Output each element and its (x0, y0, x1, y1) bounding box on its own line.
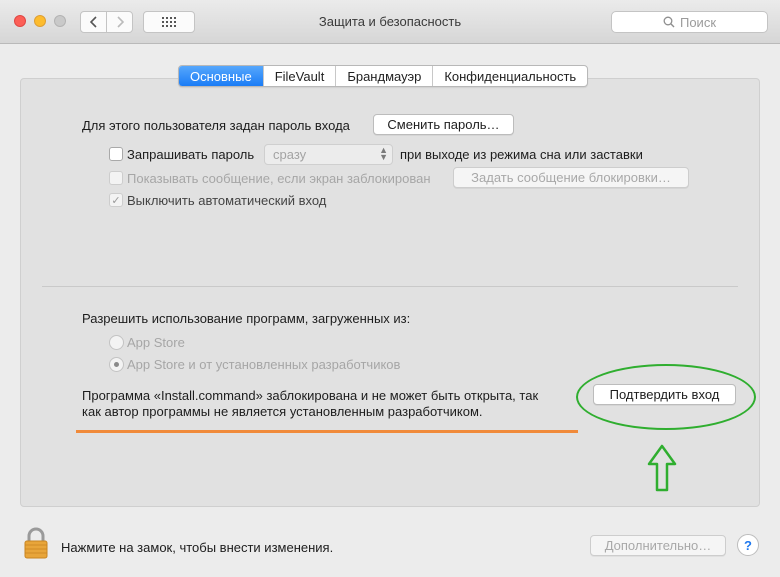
radio-app-store-and-developers-label: App Store и от установленных разработчик… (127, 357, 401, 372)
annotation-ellipse (576, 364, 756, 430)
title-bar: Защита и безопасность Поиск (0, 0, 780, 44)
show-message-checkbox[interactable] (109, 171, 123, 185)
tab-bar: Основные FileVault Брандмауэр Конфиденци… (178, 65, 589, 87)
search-icon (663, 16, 675, 28)
highlight-underline (76, 430, 578, 433)
search-placeholder: Поиск (679, 14, 717, 30)
radio-app-store-label: App Store (127, 335, 185, 350)
require-password-label: Запрашивать пароль (127, 147, 255, 162)
question-mark-icon: ? (744, 537, 752, 553)
tab-general[interactable]: Основные (179, 66, 264, 86)
password-delay-value: сразу (273, 147, 307, 162)
help-button[interactable]: ? (737, 534, 759, 556)
disable-autologin-label: Выключить автоматический вход (127, 193, 327, 208)
tab-privacy[interactable]: Конфиденциальность (433, 66, 587, 86)
tab-filevault[interactable]: FileVault (264, 66, 337, 86)
after-sleep-label: при выходе из режима сна или заставки (400, 147, 643, 162)
require-password-checkbox[interactable] (109, 147, 123, 161)
blocked-app-message-line2: как автор программы не является установл… (82, 404, 483, 419)
radio-app-store[interactable] (109, 335, 124, 350)
radio-app-store-and-developers[interactable] (109, 357, 124, 372)
lock-icon[interactable] (24, 527, 48, 559)
blocked-app-message-line1: Программа «Install.command» заблокирован… (82, 388, 539, 403)
show-message-label: Показывать сообщение, если экран заблоки… (127, 171, 431, 186)
change-password-button[interactable]: Сменить пароль… (373, 114, 514, 135)
disable-autologin-checkbox[interactable]: ✓ (109, 193, 123, 207)
checkmark-icon: ✓ (111, 194, 121, 207)
lock-hint-text: Нажмите на замок, чтобы внести изменения… (61, 540, 334, 555)
advanced-button[interactable]: Дополнительно… (590, 535, 726, 556)
annotation-arrow-up-icon (647, 444, 677, 492)
section-divider (42, 286, 738, 287)
password-delay-select[interactable]: сразу ▲ ▼ (264, 144, 393, 165)
password-set-label: Для этого пользователя задан пароль вход… (82, 118, 350, 133)
search-field[interactable]: Поиск (611, 11, 768, 33)
settings-panel (20, 78, 760, 507)
set-lock-message-button[interactable]: Задать сообщение блокировки… (453, 167, 689, 188)
radio-dot (114, 362, 119, 367)
allow-apps-label: Разрешить использование программ, загруж… (82, 311, 411, 326)
select-arrows-icon: ▲ ▼ (379, 145, 388, 162)
tab-firewall[interactable]: Брандмауэр (336, 66, 434, 86)
